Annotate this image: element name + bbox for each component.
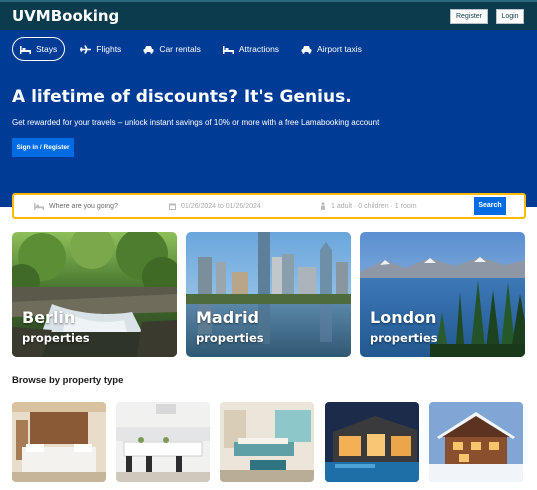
city-name: Madrid: [196, 308, 259, 327]
nav-item-airport-taxis[interactable]: Airport taxis: [294, 37, 369, 61]
top-header: UVMBooking Register Login: [0, 0, 537, 30]
nav-item-label: Flights: [96, 44, 122, 54]
property-type-card-apartment[interactable]: [116, 402, 210, 482]
nav-item-attractions[interactable]: Attractions: [216, 37, 286, 61]
search-bar: 01/26/2024 to 01/26/2024 1 adult · 0 chi…: [12, 193, 526, 219]
plane-icon: [80, 44, 92, 54]
nav-item-stays[interactable]: Stays: [12, 37, 66, 61]
category-nav: Stays Flights Car rentals Attractions Ai…: [12, 37, 377, 61]
city-properties: properties: [196, 331, 264, 345]
villa-night-image: [325, 402, 419, 482]
login-button[interactable]: Login: [496, 9, 524, 24]
calendar-icon: [169, 203, 176, 210]
bed-icon: [222, 45, 234, 54]
nav-item-label: Attractions: [238, 44, 280, 54]
date-field[interactable]: 01/26/2024 to 01/26/2024: [169, 195, 309, 217]
city-name: London: [370, 308, 437, 327]
search-button[interactable]: Search: [474, 197, 506, 215]
taxi-icon: [301, 45, 312, 54]
nav-item-label: Stays: [36, 44, 58, 54]
bed-icon: [20, 45, 31, 54]
hero-subtitle: Get rewarded for your travels – unlock i…: [12, 118, 380, 127]
date-range-text: 01/26/2024 to 01/26/2024: [181, 202, 261, 210]
nav-item-label: Airport taxis: [317, 44, 362, 54]
property-type-card-hotel[interactable]: [12, 402, 106, 482]
sign-in-register-button[interactable]: Sign in / Register: [12, 138, 74, 157]
city-card-madrid[interactable]: Madrid properties: [186, 232, 351, 357]
hotel-room-image: [12, 402, 106, 482]
apartment-kitchen-image: [116, 402, 210, 482]
person-icon: [321, 202, 325, 210]
guests-text: 1 adult · 0 children · 1 room: [331, 202, 417, 210]
city-properties: properties: [370, 331, 438, 345]
nav-item-car-rentals[interactable]: Car rentals: [136, 37, 208, 61]
property-type-card-cabin[interactable]: [429, 402, 523, 482]
destination-input[interactable]: [49, 202, 169, 210]
brand-logo[interactable]: UVMBooking: [12, 7, 119, 25]
city-properties: properties: [22, 331, 90, 345]
property-type-card-villa[interactable]: [325, 402, 419, 482]
hero-section: Stays Flights Car rentals Attractions Ai…: [0, 30, 537, 207]
nav-item-label: Car rentals: [159, 44, 201, 54]
car-icon: [143, 45, 154, 54]
resort-room-image: [220, 402, 314, 482]
register-button[interactable]: Register: [450, 9, 488, 24]
hero-title: A lifetime of discounts? It's Genius.: [12, 87, 352, 107]
property-type-heading: Browse by property type: [12, 375, 124, 386]
city-card-berlin[interactable]: Berlin properties: [12, 232, 177, 357]
city-card-london[interactable]: London properties: [360, 232, 525, 357]
city-name: Berlin: [22, 308, 76, 327]
cabin-snow-image: [429, 402, 523, 482]
destination-field[interactable]: [34, 195, 184, 217]
guests-field[interactable]: 1 adult · 0 children · 1 room: [320, 195, 460, 217]
nav-item-flights[interactable]: Flights: [73, 37, 128, 61]
bed-icon: [34, 202, 44, 210]
property-type-card-resort[interactable]: [220, 402, 314, 482]
